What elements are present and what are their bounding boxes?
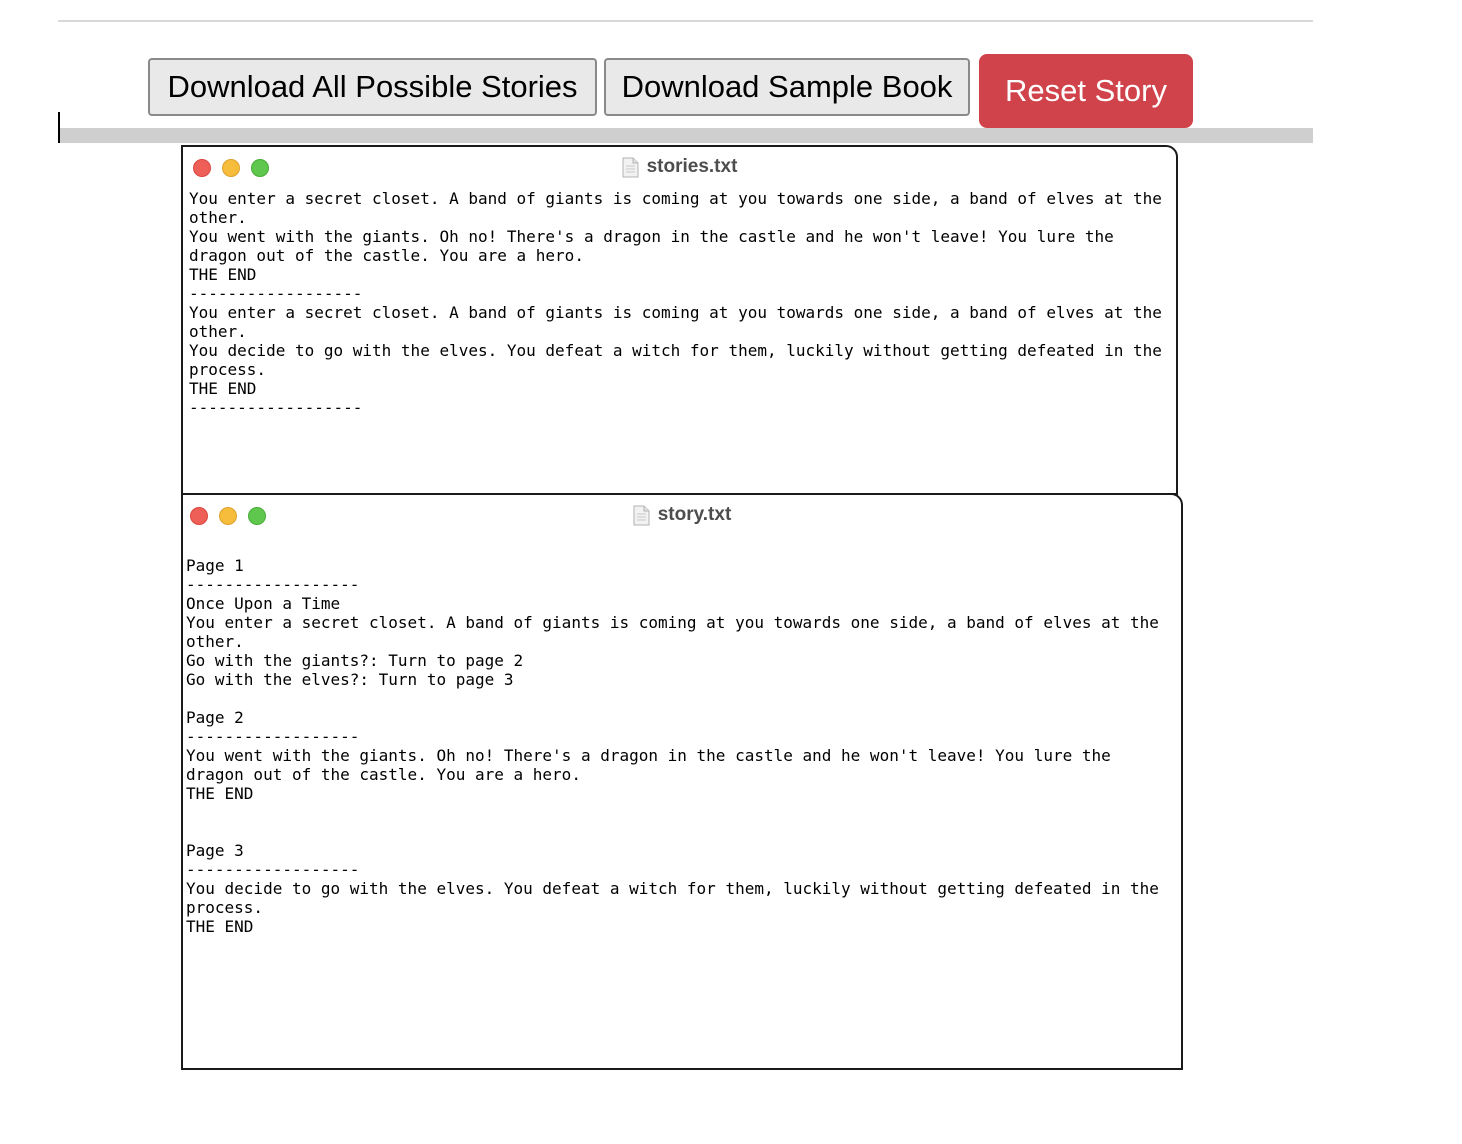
window-title-text: stories.txt bbox=[646, 156, 738, 177]
resize-handle-bar[interactable] bbox=[60, 128, 1313, 143]
top-divider bbox=[58, 20, 1313, 22]
window-titlebar[interactable]: story.txt bbox=[183, 495, 1181, 533]
text-content[interactable]: Page 1 ------------------ Once Upon a Ti… bbox=[186, 556, 1176, 936]
stories-window[interactable]: stories.txt You enter a secret closet. A… bbox=[181, 145, 1178, 495]
window-title: stories.txt bbox=[183, 156, 1176, 178]
document-icon bbox=[622, 157, 639, 177]
reset-story-button[interactable]: Reset Story bbox=[979, 54, 1193, 128]
download-all-stories-button[interactable]: Download All Possible Stories bbox=[148, 58, 597, 116]
story-window[interactable]: story.txt Page 1 ------------------ Once… bbox=[181, 493, 1183, 1070]
download-sample-book-button[interactable]: Download Sample Book bbox=[604, 58, 970, 116]
window-title-text: story.txt bbox=[657, 504, 732, 525]
window-titlebar[interactable]: stories.txt bbox=[183, 147, 1176, 185]
text-content[interactable]: You enter a secret closet. A band of gia… bbox=[189, 189, 1169, 417]
window-title: story.txt bbox=[183, 504, 1181, 526]
page: Download All Possible Stories Download S… bbox=[0, 0, 1462, 1144]
document-icon bbox=[633, 505, 650, 525]
